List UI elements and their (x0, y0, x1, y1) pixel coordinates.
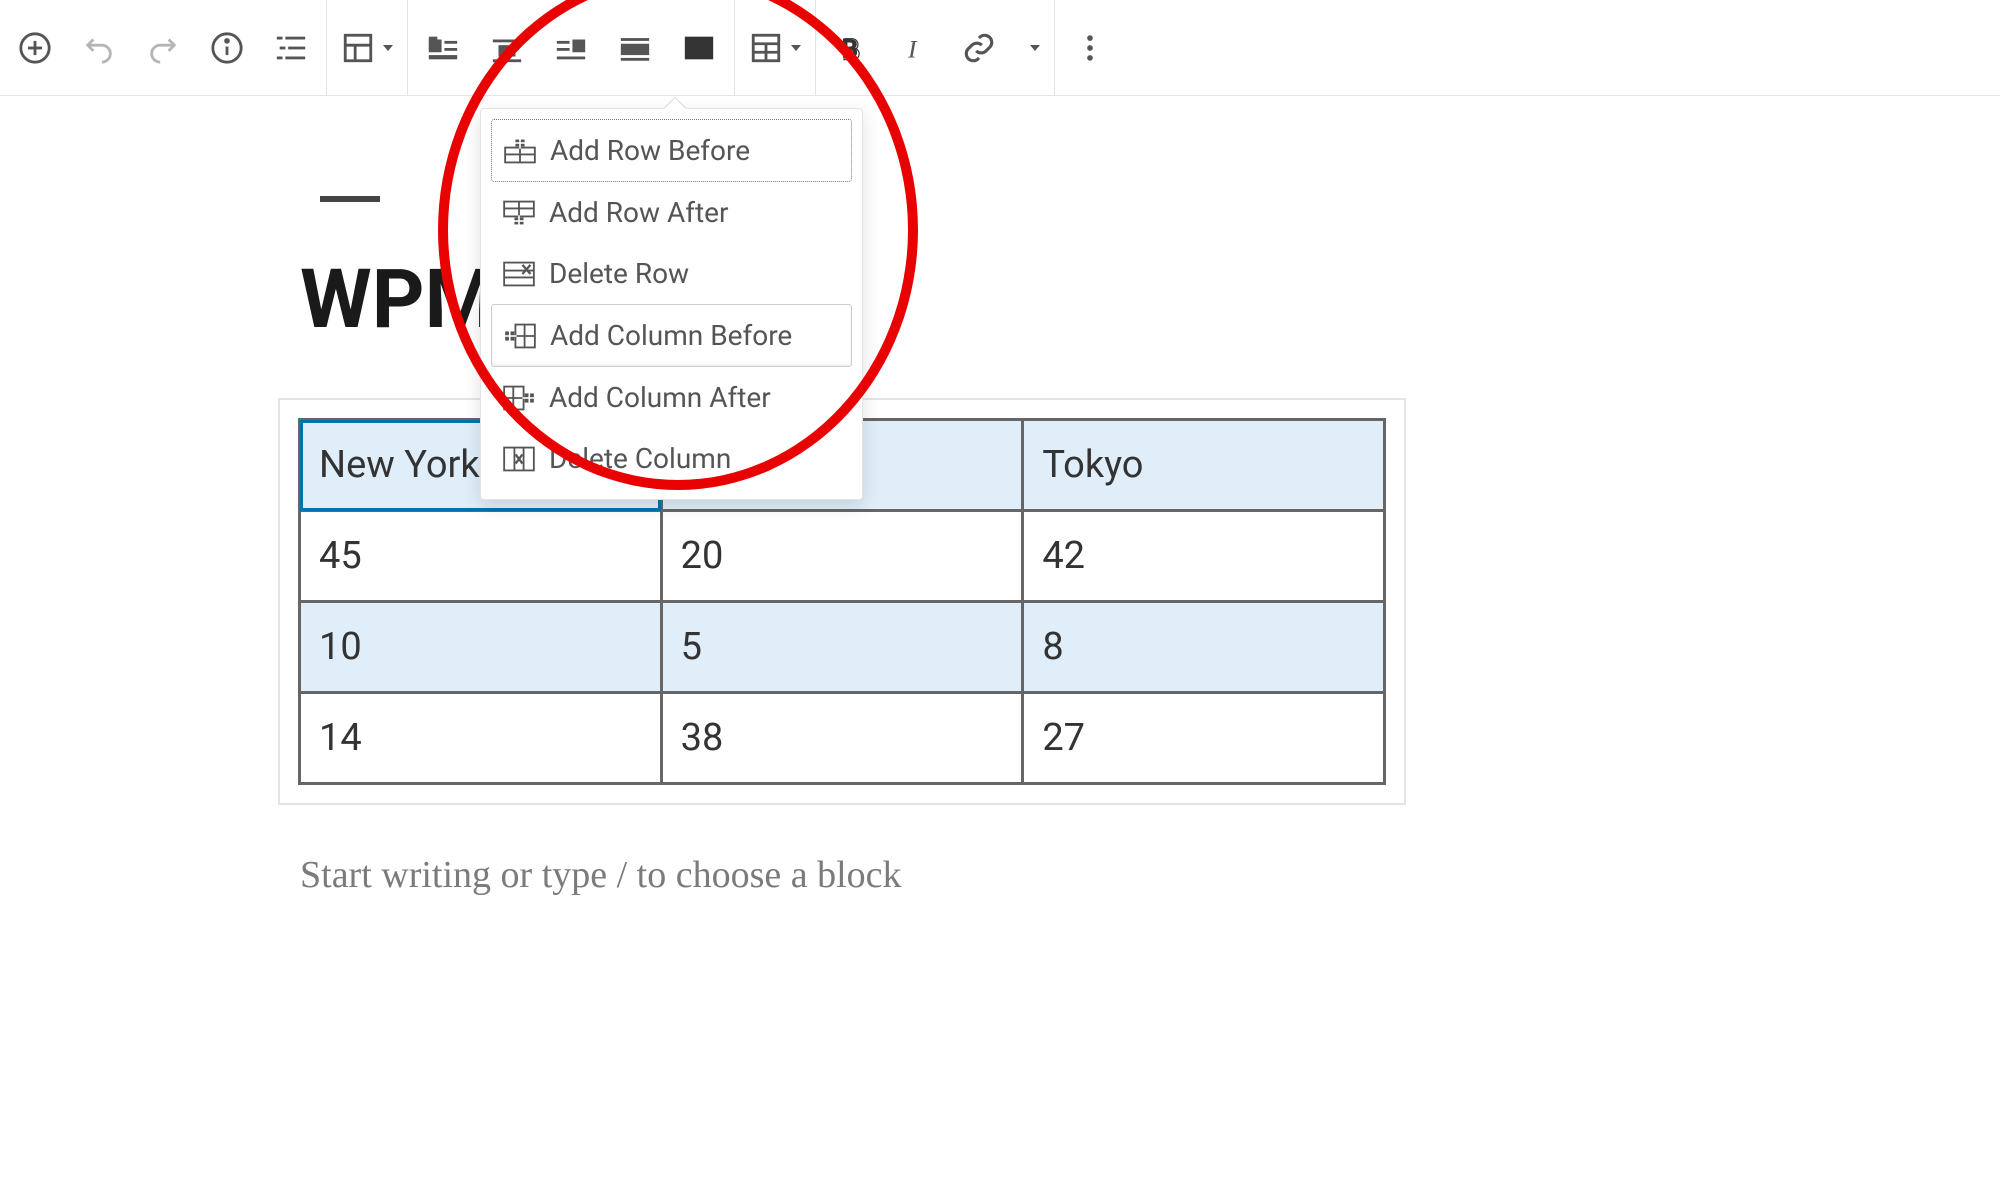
dropdown-delete-column[interactable]: Delete Column (491, 428, 852, 489)
toolbar-group-table (735, 0, 816, 96)
separator-block[interactable] (320, 196, 380, 202)
svg-text:I: I (907, 34, 918, 62)
table-cell[interactable]: 10 (300, 602, 662, 693)
bold-button[interactable]: B (826, 23, 876, 73)
toolbar-group-block (327, 0, 408, 96)
redo-button[interactable] (138, 23, 188, 73)
toolbar-group-format: B I (816, 0, 1055, 96)
table-cell[interactable]: 38 (661, 693, 1023, 784)
dropdown-item-label: Delete Column (549, 442, 731, 475)
undo-button[interactable] (74, 23, 124, 73)
table-row[interactable]: 45 20 42 (300, 511, 1385, 602)
dropdown-item-label: Add Column Before (550, 319, 792, 352)
dropdown-add-column-after[interactable]: Add Column After (491, 367, 852, 428)
table-cell[interactable]: 27 (1023, 693, 1385, 784)
new-block-placeholder[interactable]: Start writing or type / to choose a bloc… (300, 853, 1940, 897)
dropdown-item-label: Add Row After (549, 196, 729, 229)
add-block-button[interactable] (10, 23, 60, 73)
link-button[interactable] (954, 23, 1004, 73)
toolbar-group-more (1055, 0, 1125, 96)
outline-button[interactable] (266, 23, 316, 73)
table-cell[interactable]: 5 (661, 602, 1023, 693)
block-type-button[interactable] (337, 23, 397, 73)
dropdown-delete-row[interactable]: Delete Row (491, 243, 852, 304)
dropdown-add-row-before[interactable]: Add Row Before (491, 119, 852, 182)
more-options-button[interactable] (1065, 23, 1115, 73)
italic-button[interactable]: I (890, 23, 940, 73)
align-right-button[interactable] (546, 23, 596, 73)
dropdown-add-column-before[interactable]: Add Column Before (491, 304, 852, 367)
toolbar-group-align (408, 0, 735, 96)
table-header-cell[interactable]: Tokyo (1023, 420, 1385, 511)
table-edit-button[interactable] (745, 23, 805, 73)
table-edit-dropdown: Add Row Before Add Row After Delete Row … (480, 108, 863, 500)
info-button[interactable] (202, 23, 252, 73)
toolbar: B I (0, 0, 2000, 96)
more-format-button[interactable] (1018, 23, 1044, 73)
align-center-button[interactable] (482, 23, 532, 73)
dropdown-add-row-after[interactable]: Add Row After (491, 182, 852, 243)
table-cell[interactable]: 42 (1023, 511, 1385, 602)
dropdown-item-label: Add Column After (549, 381, 771, 414)
dropdown-item-label: Delete Row (549, 257, 689, 290)
svg-text:B: B (842, 34, 859, 62)
align-left-button[interactable] (418, 23, 468, 73)
editor-content: WPMar New York Tokyo 45 20 42 10 5 8 14 … (0, 96, 2000, 937)
table-cell[interactable]: 45 (300, 511, 662, 602)
toolbar-group-insert (10, 0, 327, 96)
table-row[interactable]: 10 5 8 (300, 602, 1385, 693)
align-full-button[interactable] (674, 23, 724, 73)
table-cell[interactable]: 20 (661, 511, 1023, 602)
table-row[interactable]: 14 38 27 (300, 693, 1385, 784)
table-cell[interactable]: 14 (300, 693, 662, 784)
align-wide-button[interactable] (610, 23, 660, 73)
dropdown-item-label: Add Row Before (550, 134, 750, 167)
table-cell[interactable]: 8 (1023, 602, 1385, 693)
